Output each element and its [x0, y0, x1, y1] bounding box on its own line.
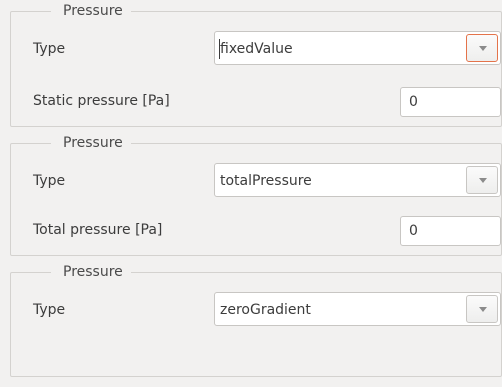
chevron-down-icon	[479, 307, 487, 312]
pressure-group-zero-gradient: Pressure Type zeroGradient	[10, 262, 502, 377]
type-dropdown-button[interactable]	[466, 295, 498, 323]
type-dropdown-button[interactable]	[466, 166, 498, 194]
static-pressure-input[interactable]	[400, 87, 501, 117]
static-pressure-row: Static pressure [Pa]	[11, 87, 501, 123]
type-row: Type zeroGradient	[11, 292, 501, 328]
total-pressure-row: Total pressure [Pa]	[11, 216, 501, 252]
static-pressure-label: Static pressure [Pa]	[33, 93, 170, 109]
type-combobox[interactable]: totalPressure	[214, 163, 501, 197]
type-label: Type	[33, 173, 66, 189]
chevron-down-icon	[479, 46, 487, 51]
total-pressure-label: Total pressure [Pa]	[33, 222, 163, 238]
pressure-group-title: Pressure	[51, 262, 131, 282]
pressure-group-title: Pressure	[51, 1, 131, 21]
type-label: Type	[33, 41, 66, 57]
type-combobox[interactable]: fixedValue	[214, 31, 501, 65]
pressure-group-total: Pressure Type totalPressure Total pressu…	[10, 133, 502, 256]
type-dropdown-button[interactable]	[466, 34, 498, 62]
type-row: Type totalPressure	[11, 163, 501, 199]
type-combobox-value: totalPressure	[220, 173, 312, 189]
pressure-group-title: Pressure	[51, 133, 131, 153]
type-combobox-value: zeroGradient	[220, 302, 311, 318]
type-combobox-value: fixedValue	[220, 41, 293, 57]
total-pressure-input[interactable]	[400, 216, 501, 246]
type-row: Type fixedValue	[11, 31, 501, 67]
pressure-group-static: Pressure Type fixedValue Static pressure…	[10, 1, 502, 127]
type-label: Type	[33, 302, 66, 318]
type-combobox[interactable]: zeroGradient	[214, 292, 501, 326]
chevron-down-icon	[479, 178, 487, 183]
